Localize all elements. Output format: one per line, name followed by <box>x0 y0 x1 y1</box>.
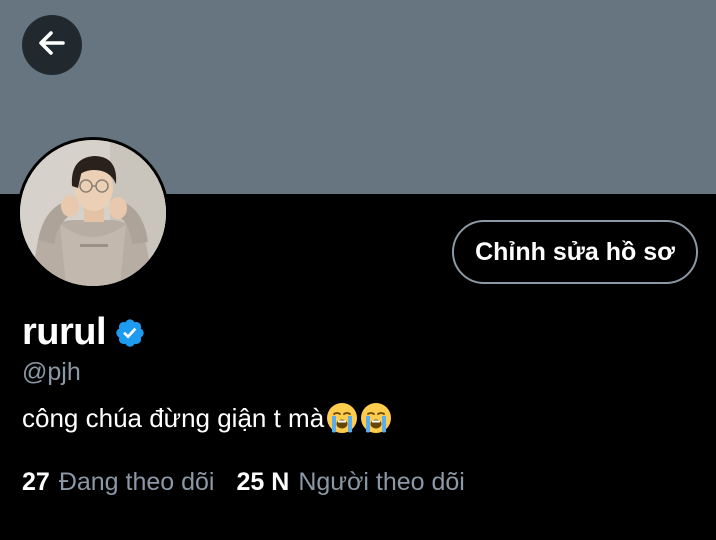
back-button[interactable] <box>22 15 82 75</box>
loudly-crying-face-icon <box>360 402 392 434</box>
bio-text: công chúa đừng giận t mà <box>22 403 325 433</box>
followers-label: Người theo dõi <box>298 468 465 496</box>
following-stat-link[interactable]: 27 Đang theo dõi <box>22 466 215 498</box>
display-name: rurul <box>22 311 107 353</box>
avatar-photo <box>20 140 166 286</box>
loudly-crying-face-icon <box>326 402 358 434</box>
profile-bio: công chúa đừng giận t mà <box>22 401 392 435</box>
following-label: Đang theo dõi <box>58 468 215 496</box>
display-name-row: rurul <box>22 310 146 354</box>
followers-stat-link[interactable]: 25 N Người theo dõi <box>237 466 465 498</box>
verified-badge-icon <box>114 317 146 349</box>
user-handle: @pjh <box>22 358 81 386</box>
followers-count: 25 N <box>236 468 290 496</box>
profile-screen: Chỉnh sửa hồ sơ rurul @pjh công chúa đừn… <box>0 0 716 540</box>
avatar[interactable] <box>17 137 169 289</box>
profile-stats: 27 Đang theo dõi 25 N Người theo dõi <box>22 466 465 498</box>
edit-profile-button[interactable]: Chỉnh sửa hồ sơ <box>452 220 698 284</box>
arrow-left-icon <box>35 26 69 65</box>
following-count: 27 <box>22 468 50 496</box>
